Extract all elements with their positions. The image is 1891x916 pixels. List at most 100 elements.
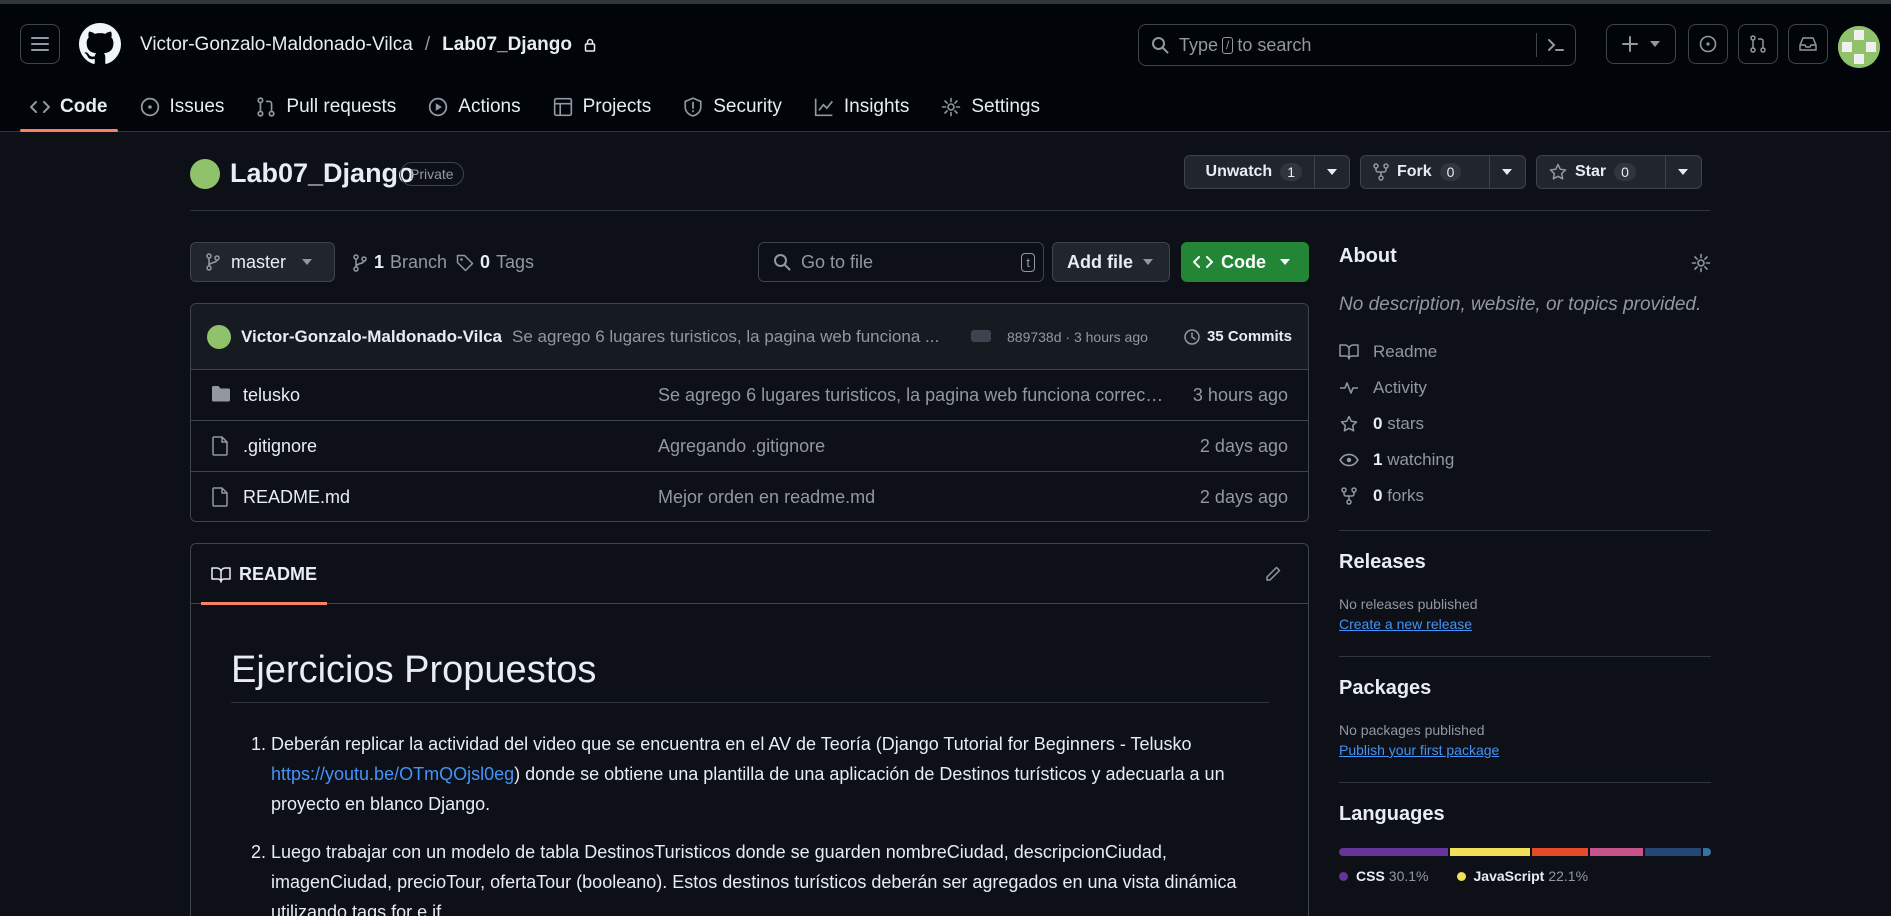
- branch-count: 1: [374, 252, 385, 272]
- search-suffix: to search: [1237, 34, 1312, 55]
- code-dropdown-button[interactable]: Code: [1181, 242, 1309, 282]
- language-bar-segment[interactable]: [1590, 848, 1643, 856]
- language-legend: CSS 30.1% JavaScript 22.1%: [1339, 868, 1711, 884]
- about-sidebar: About No description, website, or topics…: [1339, 245, 1711, 884]
- tab-settings[interactable]: Settings: [931, 86, 1050, 128]
- readme-tab[interactable]: README: [200, 564, 328, 605]
- branch-selector[interactable]: master: [190, 242, 335, 282]
- forks-label: forks: [1387, 486, 1425, 505]
- language-css[interactable]: CSS 30.1%: [1339, 868, 1429, 884]
- language-bar-segment[interactable]: [1702, 848, 1711, 856]
- star-main[interactable]: Star 0: [1537, 156, 1666, 188]
- go-to-file-input[interactable]: Go to file t: [758, 242, 1044, 282]
- language-bar-segment[interactable]: [1531, 848, 1589, 856]
- readme-link[interactable]: Readme: [1339, 342, 1711, 362]
- breadcrumb-repo[interactable]: Lab07_Django: [442, 34, 572, 56]
- fork-button[interactable]: Fork 0: [1360, 155, 1526, 189]
- file-commit-message[interactable]: Agregando .gitignore: [658, 436, 825, 457]
- file-row[interactable]: telusko Se agrego 6 lugares turisticos, …: [191, 370, 1308, 421]
- issue-icon: [1699, 35, 1717, 53]
- search-icon: [774, 254, 791, 271]
- commit-message[interactable]: Se agrego 6 lugares turisticos, la pagin…: [512, 327, 939, 347]
- forks-link[interactable]: 0 forks: [1339, 486, 1711, 506]
- pencil-icon[interactable]: [1264, 565, 1282, 583]
- unwatch-main[interactable]: Unwatch 1: [1185, 156, 1315, 188]
- chevron-down-icon: [1327, 169, 1337, 175]
- watch-count: 1: [1280, 163, 1302, 181]
- packages-title[interactable]: Packages: [1339, 677, 1711, 700]
- watchers-link[interactable]: 1 watching: [1339, 450, 1711, 470]
- create-release-link[interactable]: Create a new release: [1339, 616, 1711, 632]
- identicon-icon: [1838, 26, 1880, 68]
- chevron-down-icon: [1280, 259, 1290, 265]
- commit-author-avatar[interactable]: [207, 324, 231, 349]
- packages-status: No packages published: [1339, 722, 1485, 738]
- pull-requests-button[interactable]: [1738, 24, 1778, 64]
- fork-dropdown[interactable]: [1490, 156, 1525, 188]
- stars-link[interactable]: 0 stars: [1339, 414, 1711, 434]
- publish-package-link[interactable]: Publish your first package: [1339, 742, 1711, 758]
- language-bar-segment[interactable]: [1644, 848, 1701, 856]
- tab-code[interactable]: Code: [20, 86, 118, 132]
- file-time: 2 days ago: [1199, 435, 1288, 456]
- go-to-file-placeholder: Go to file: [801, 251, 874, 272]
- tags-link[interactable]: 0 Tags: [456, 252, 534, 273]
- file-row[interactable]: README.md Mejor orden en readme.md 2 day…: [191, 472, 1308, 521]
- releases-status: No releases published: [1339, 596, 1478, 612]
- readme-list-item: Deberán replicar la actividad del video …: [271, 729, 1271, 819]
- commit-author[interactable]: Victor-Gonzalo-Maldonado-Vilca: [241, 327, 502, 347]
- tab-projects[interactable]: Projects: [543, 86, 662, 128]
- gear-icon[interactable]: [1691, 253, 1711, 273]
- menu-button[interactable]: [20, 24, 60, 64]
- tab-insights[interactable]: Insights: [804, 86, 919, 128]
- inbox-button[interactable]: [1788, 24, 1828, 64]
- unwatch-label: Unwatch: [1205, 163, 1273, 180]
- language-bar: [1339, 848, 1711, 856]
- language-bar-segment[interactable]: [1339, 848, 1448, 856]
- search-input[interactable]: Type / to search: [1138, 24, 1576, 66]
- file-name[interactable]: telusko: [243, 385, 300, 406]
- watch-dropdown[interactable]: [1315, 156, 1349, 188]
- issues-button[interactable]: [1688, 24, 1728, 64]
- language-javascript[interactable]: JavaScript 22.1%: [1456, 868, 1588, 884]
- inbox-icon: [1799, 37, 1817, 51]
- activity-link-label: Activity: [1373, 378, 1427, 397]
- file-commit-message[interactable]: Se agrego 6 lugares turisticos, la pagin…: [658, 385, 1163, 406]
- file-commit-message[interactable]: Mejor orden en readme.md: [658, 487, 875, 508]
- expand-commit-button[interactable]: [971, 330, 991, 342]
- branch-name: master: [231, 251, 287, 272]
- readme-link-label: Readme: [1373, 342, 1438, 361]
- repo-title[interactable]: Lab07_Django: [230, 158, 415, 189]
- terminal-icon: [1548, 39, 1564, 51]
- pull-request-icon: [257, 97, 276, 117]
- file-row[interactable]: .gitignore Agregando .gitignore 2 days a…: [191, 421, 1308, 472]
- language-bar-segment[interactable]: [1449, 848, 1530, 856]
- command-palette-button[interactable]: [1536, 33, 1565, 57]
- releases-title[interactable]: Releases: [1339, 551, 1711, 574]
- tab-actions[interactable]: Actions: [418, 86, 530, 128]
- activity-link[interactable]: Activity: [1339, 378, 1711, 398]
- tab-issues[interactable]: Issues: [130, 86, 235, 128]
- tab-security[interactable]: Security: [673, 86, 792, 128]
- github-logo-icon[interactable]: [79, 23, 121, 65]
- file-name[interactable]: .gitignore: [243, 436, 317, 457]
- file-name[interactable]: README.md: [243, 487, 350, 508]
- star-dropdown[interactable]: [1666, 156, 1701, 188]
- readme-video-link[interactable]: https://youtu.be/OTmQOjsl0eg: [271, 764, 514, 784]
- commits-link[interactable]: 35 Commits: [1183, 328, 1292, 346]
- branches-link[interactable]: 1 Branch: [352, 252, 447, 273]
- fork-main[interactable]: Fork 0: [1361, 156, 1490, 188]
- divider: [1339, 530, 1711, 531]
- add-file-label: Add file: [1067, 251, 1133, 272]
- star-button[interactable]: Star 0: [1536, 155, 1702, 189]
- commit-meta[interactable]: 889738d · 3 hours ago: [1007, 329, 1148, 345]
- tab-pull-requests[interactable]: Pull requests: [246, 86, 406, 128]
- star-label: Star: [1575, 163, 1607, 180]
- owner-avatar[interactable]: [190, 159, 220, 189]
- repo-nav-tabs: Code Issues Pull requests Actions Projec…: [20, 86, 1062, 132]
- user-avatar[interactable]: [1838, 26, 1880, 68]
- create-new-button[interactable]: [1606, 24, 1676, 64]
- breadcrumb-owner[interactable]: Victor-Gonzalo-Maldonado-Vilca: [140, 34, 413, 56]
- add-file-button[interactable]: Add file: [1052, 242, 1170, 282]
- unwatch-button[interactable]: Unwatch 1: [1184, 155, 1350, 189]
